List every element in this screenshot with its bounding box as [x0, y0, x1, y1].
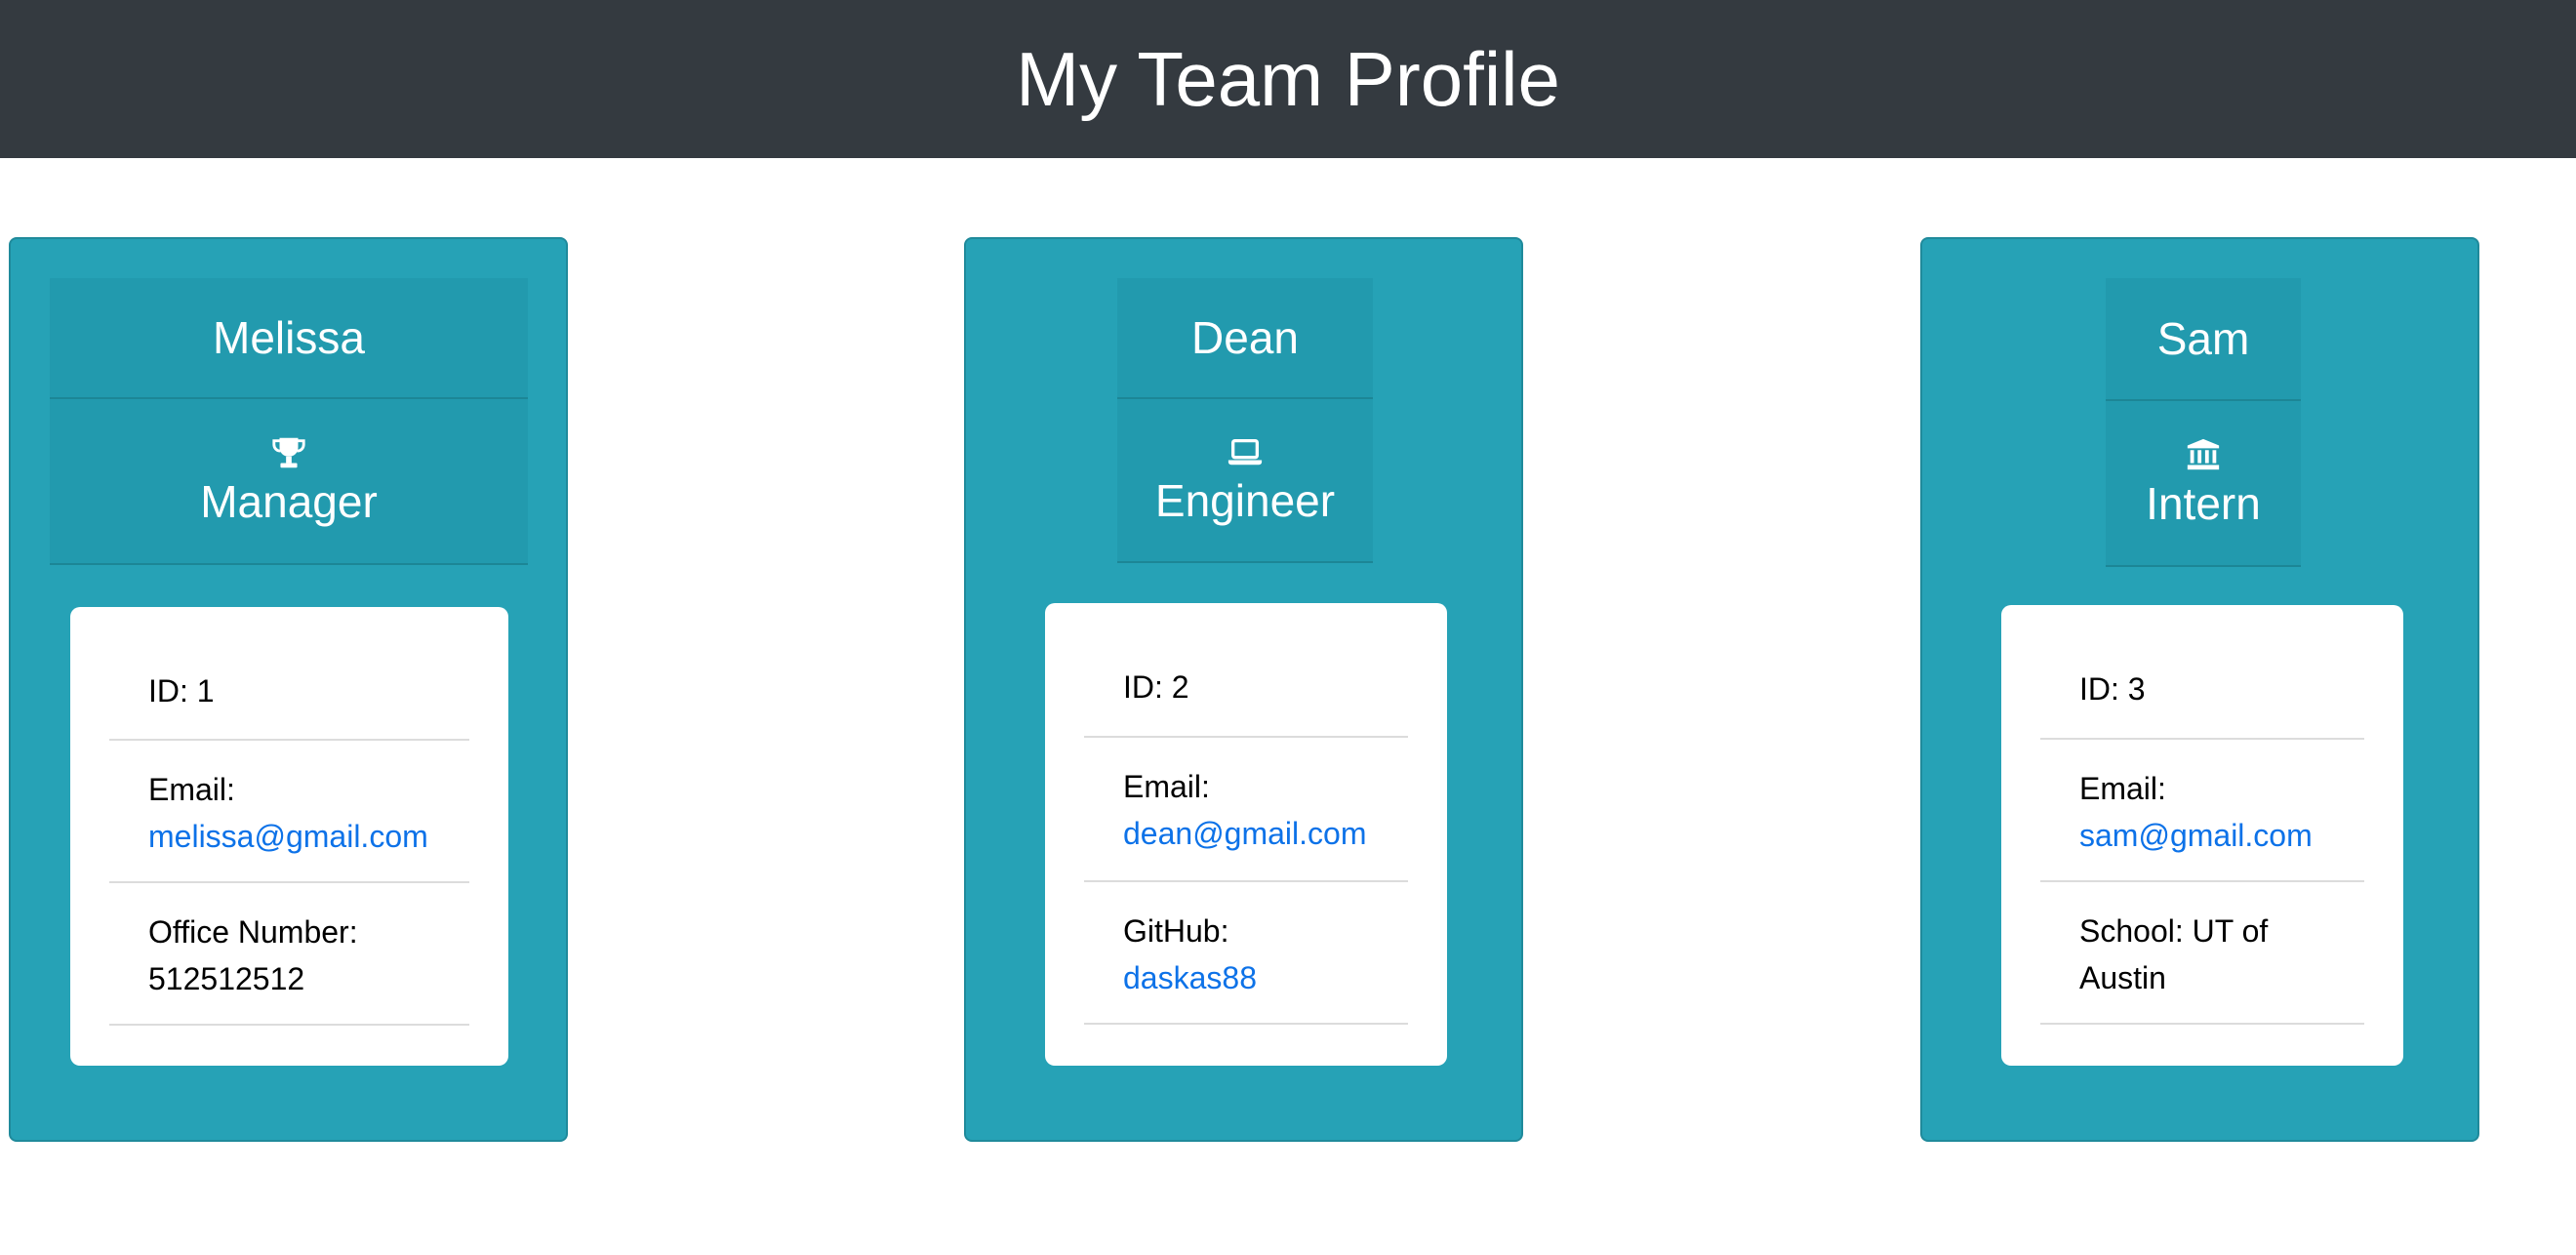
github-link[interactable]: daskas88 — [1123, 960, 1257, 995]
email-link[interactable]: sam@gmail.com — [2079, 818, 2313, 853]
employee-card-manager: Melissa Manager ID: 1 Email: melissa@gma… — [9, 237, 568, 1142]
email-row: Email: melissa@gmail.com — [109, 741, 469, 883]
card-header: Melissa Manager — [50, 278, 528, 565]
university-icon — [2187, 438, 2220, 470]
employee-id: ID: 2 — [1123, 669, 1189, 705]
employee-role: Manager — [50, 399, 528, 565]
id-row: ID: 1 — [109, 607, 469, 741]
office-number-row: Office Number: 512512512 — [109, 883, 469, 1026]
github-label: GitHub: — [1123, 913, 1229, 949]
employee-name: Sam — [2106, 278, 2301, 401]
email-label: Email: — [2079, 771, 2166, 806]
id-row: ID: 3 — [2040, 605, 2364, 740]
card-details: ID: 2 Email: dean@gmail.com GitHub: dask… — [1045, 603, 1447, 1066]
employee-name: Dean — [1117, 278, 1373, 399]
email-row: Email: sam@gmail.com — [2040, 740, 2364, 882]
role-label: Engineer — [1154, 475, 1336, 526]
office-number-value: 512512512 — [148, 961, 305, 996]
employee-role: Engineer — [1117, 399, 1373, 563]
laptop-icon — [1228, 438, 1263, 466]
email-label: Email: — [148, 772, 235, 807]
school-label: School: UT of — [2079, 913, 2269, 949]
card-header: Dean Engineer — [1117, 278, 1373, 563]
role-label: Manager — [200, 476, 378, 527]
github-row: GitHub: daskas88 — [1084, 882, 1408, 1025]
email-label: Email: — [1123, 769, 1210, 804]
employee-name: Melissa — [50, 278, 528, 399]
trophy-icon — [272, 437, 305, 468]
email-link[interactable]: dean@gmail.com — [1123, 816, 1366, 851]
school-value: Austin — [2079, 960, 2166, 995]
office-number-label: Office Number: — [148, 914, 358, 950]
card-header: Sam Intern — [2106, 278, 2301, 567]
role-label: Intern — [2146, 478, 2261, 529]
employee-role: Intern — [2106, 401, 2301, 567]
employee-card-engineer: Dean Engineer ID: 2 Email: dean@gmail.co… — [964, 237, 1523, 1142]
card-details: ID: 3 Email: sam@gmail.com School: UT of… — [2001, 605, 2403, 1066]
employee-id: ID: 3 — [2079, 671, 2146, 707]
employee-id: ID: 1 — [148, 673, 215, 708]
email-link[interactable]: melissa@gmail.com — [148, 819, 428, 854]
page-title: My Team Profile — [1016, 36, 1560, 122]
school-row: School: UT of Austin — [2040, 882, 2364, 1025]
employee-card-intern: Sam Intern ID: 3 Email: sam@gmail.com Sc… — [1920, 237, 2479, 1142]
page-header: My Team Profile — [0, 0, 2576, 158]
email-row: Email: dean@gmail.com — [1084, 738, 1408, 882]
card-details: ID: 1 Email: melissa@gmail.com Office Nu… — [70, 607, 508, 1066]
id-row: ID: 2 — [1084, 603, 1408, 738]
